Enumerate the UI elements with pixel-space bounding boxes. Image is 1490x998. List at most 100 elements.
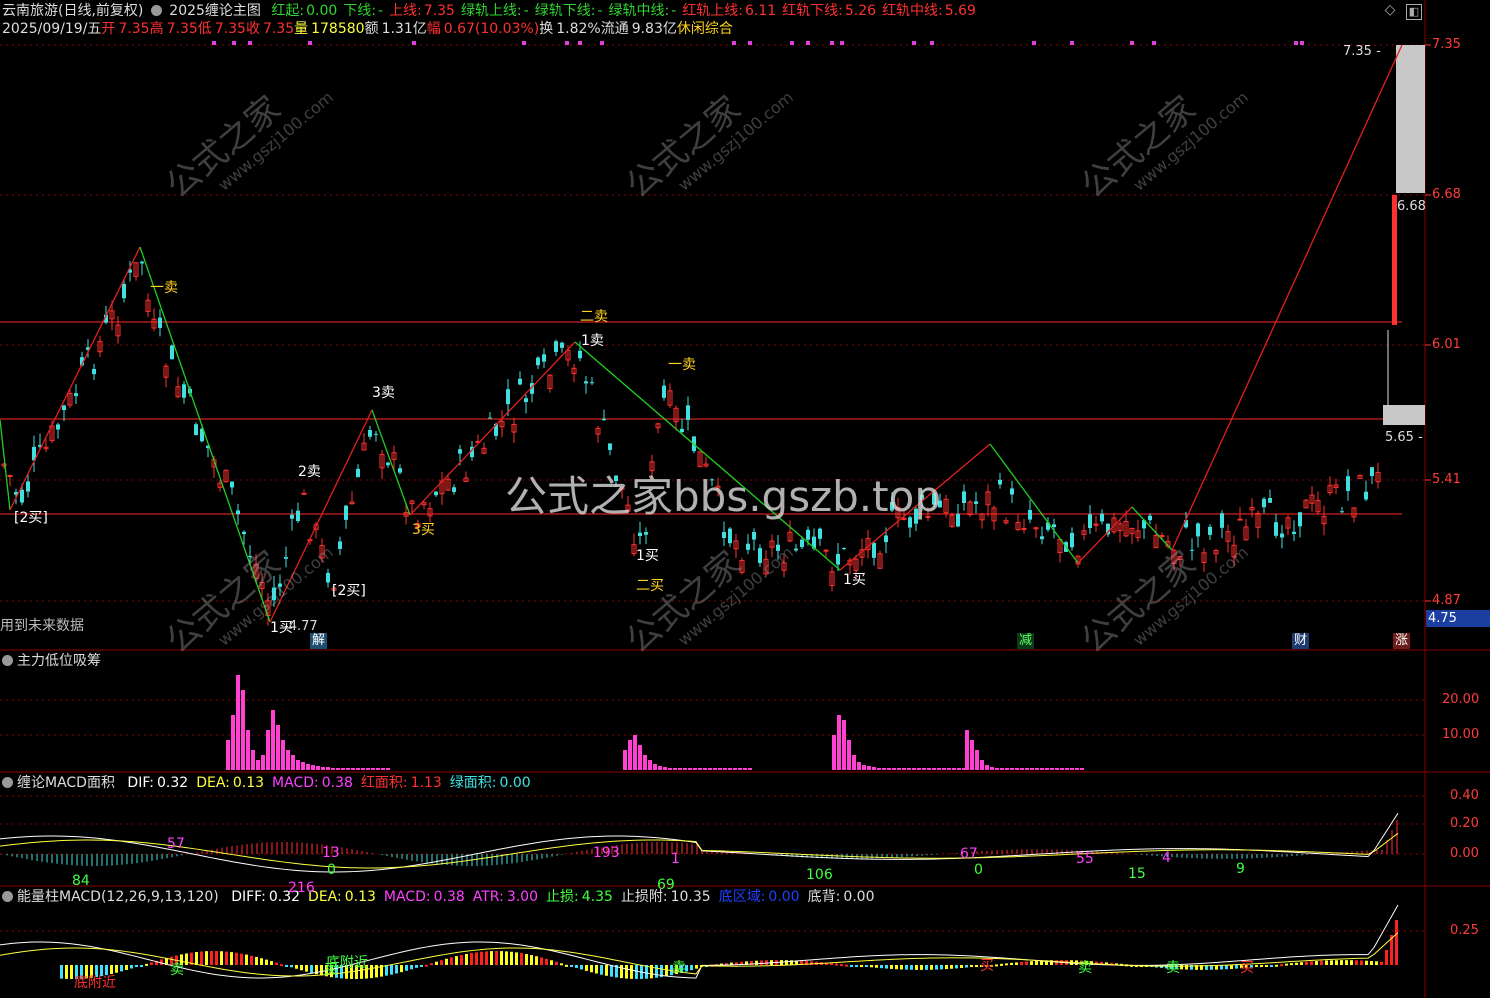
energy-bar [905, 965, 908, 970]
accumulation-bar [668, 768, 672, 770]
candle-body [1340, 511, 1344, 513]
event-tag[interactable]: 解 [310, 633, 328, 649]
accumulation-bar [975, 750, 979, 770]
pane4-mark: 买 [324, 962, 338, 978]
window-toggle-icon[interactable]: ◧ [1406, 4, 1422, 20]
accumulation-bar [366, 768, 370, 770]
signal-label: 一卖 [150, 280, 178, 296]
accumulation-bar [1005, 768, 1009, 770]
pane-value-num: 3.00 [506, 889, 538, 905]
pane3-title[interactable]: 缠论MACD面积 [17, 775, 115, 791]
candle-body [818, 528, 822, 539]
energy-bar [475, 952, 478, 965]
energy-bar [900, 965, 903, 970]
energy-bar [275, 962, 278, 965]
accumulation-bar [336, 768, 340, 770]
accumulation-bar [842, 720, 846, 770]
signal-dot [1300, 41, 1304, 45]
candle-body [542, 354, 546, 362]
pane4-settings-icon[interactable] [2, 891, 13, 902]
energy-bar [1370, 960, 1373, 965]
price-mark-668: 6.68 [1397, 199, 1426, 214]
accumulation-bar [980, 760, 984, 770]
candle-body [1346, 476, 1350, 491]
event-tag[interactable]: 减 [1017, 633, 1035, 649]
energy-bar [265, 959, 268, 965]
candle-body [1292, 531, 1296, 534]
accumulation-bar [266, 730, 270, 770]
indicator-key: 下线: [343, 3, 376, 19]
accumulation-bar [932, 768, 936, 770]
event-tag[interactable]: 涨 [1393, 633, 1411, 649]
energy-bar [220, 951, 223, 965]
pane4-title[interactable]: 能量柱MACD(12,26,9,13,120) [17, 889, 219, 905]
accumulation-bar [381, 768, 385, 770]
energy-bar [885, 965, 888, 969]
quote-field: 开 [101, 21, 116, 37]
accumulation-bar [301, 762, 305, 770]
settings-circle-icon[interactable] [150, 5, 162, 16]
pane2-title[interactable]: 主力低位吸筹 [17, 653, 101, 669]
dea-line [0, 932, 1399, 977]
pane-value-num: 0.38 [321, 775, 353, 791]
event-tag[interactable]: 财 [1292, 633, 1310, 649]
area-number: 106 [806, 867, 833, 883]
pane-value-key: MACD: [272, 775, 319, 791]
price-mark-565: 5.65 - [1385, 430, 1423, 445]
energy-bar [120, 965, 123, 972]
pane-value-num: 4.35 [581, 889, 613, 905]
energy-bar [210, 951, 213, 965]
energy-bar [400, 965, 403, 973]
accumulation-bar [341, 768, 345, 770]
pane2-axis-label: 10.00 [1442, 727, 1480, 742]
accumulation-bar [847, 740, 851, 770]
indicator-item: 下线: - [343, 3, 383, 19]
energy-bar [875, 965, 878, 968]
quote-field: 高 [149, 21, 164, 37]
energy-bar [610, 965, 613, 977]
accumulation-bar [1040, 768, 1044, 770]
energy-bar [110, 965, 113, 974]
accumulation-bar [703, 768, 707, 770]
accumulation-bar [236, 675, 240, 770]
pane2-settings-icon[interactable] [2, 655, 13, 666]
energy-bar [970, 965, 973, 968]
pane2-title-row: 主力低位吸筹 [2, 653, 101, 669]
pane-value-key: DEA: [196, 775, 230, 791]
indicator-item: 上线: 7.35 [389, 3, 455, 19]
pane-value: 底背: 0.00 [808, 889, 875, 905]
energy-bar [1350, 960, 1353, 965]
accumulation-bar [748, 768, 752, 770]
header-row-2: 2025/09/19/五开 7.35高 7.35低 7.35收 7.35量 178580额… [2, 21, 736, 37]
accumulation-bar [698, 768, 702, 770]
stock-name[interactable]: 云南旅游(日线,前复权) [2, 3, 143, 19]
energy-bar [1010, 962, 1013, 965]
energy-bar [460, 954, 463, 965]
energy-bar [550, 960, 553, 965]
energy-bar [65, 965, 68, 979]
pane-value-num: 10.35 [670, 889, 711, 905]
signal-dot [806, 41, 810, 45]
energy-bar [490, 951, 493, 965]
current-price-tag: 4.75 [1426, 610, 1490, 627]
energy-bar [530, 955, 533, 965]
energy-bar [1030, 961, 1033, 965]
pane4-axis-label: 0.25 [1450, 923, 1479, 938]
quote-field: 流通 [600, 21, 629, 37]
accumulation-bar [291, 755, 295, 770]
accumulation-bar [733, 768, 737, 770]
accumulation-bar [892, 768, 896, 770]
energy-bar [635, 965, 638, 979]
signal-dot [830, 41, 834, 45]
accumulation-bar [957, 768, 961, 770]
energy-bar [1260, 965, 1263, 967]
pane3-settings-icon[interactable] [2, 777, 13, 788]
pane-value-key: ATR: [472, 889, 504, 905]
energy-bar [1035, 960, 1038, 965]
energy-bar [1335, 960, 1338, 965]
diamond-icon[interactable]: ◇ [1383, 3, 1397, 17]
accumulation-bar [1015, 768, 1019, 770]
candle-body [434, 491, 438, 496]
energy-bar [910, 965, 913, 970]
energy-bar [1395, 920, 1398, 965]
